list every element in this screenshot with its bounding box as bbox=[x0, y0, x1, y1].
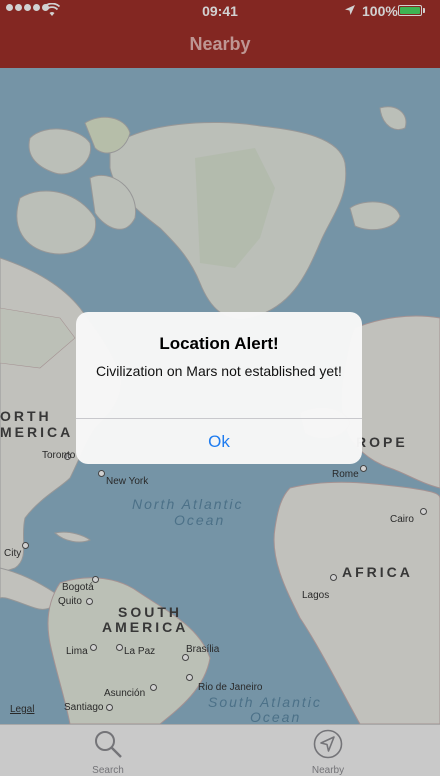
alert-title: Location Alert! bbox=[159, 334, 279, 353]
screen: 09:41 100% Nearby ORTH MERICA ROPE AFRIC… bbox=[0, 0, 440, 776]
alert-message: Civilization on Mars not established yet… bbox=[96, 363, 342, 379]
ok-button[interactable]: Ok bbox=[76, 419, 362, 464]
alert-dialog: Location Alert! Civilization on Mars not… bbox=[76, 312, 362, 464]
